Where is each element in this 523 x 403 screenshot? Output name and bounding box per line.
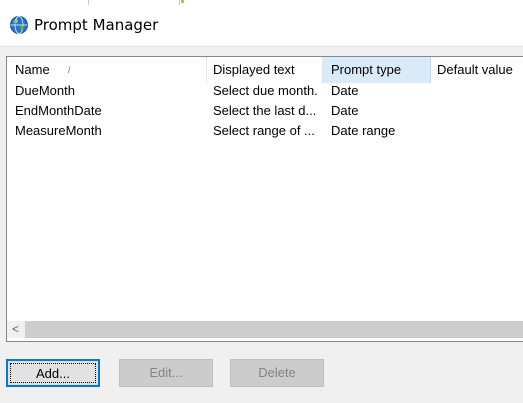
column-header-label: Prompt type: [331, 62, 402, 77]
title-bar: Prompt Manager: [0, 5, 523, 45]
prompt-list[interactable]: Name / Displayed text Prompt type Defaul…: [6, 56, 523, 342]
cell-displayed-text: Select the last d...: [213, 103, 317, 118]
globe-icon: [9, 15, 29, 35]
edit-button-label: Edit...: [149, 365, 183, 380]
list-header: Name / Displayed text Prompt type Defaul…: [7, 57, 523, 83]
delete-button-label: Delete: [258, 365, 296, 380]
scrollbar-thumb[interactable]: [25, 321, 523, 338]
sort-indicator-icon: /: [68, 65, 71, 75]
edit-button[interactable]: Edit...: [119, 359, 213, 387]
horizontal-scrollbar[interactable]: <: [7, 321, 523, 338]
column-header-name[interactable]: Name /: [7, 57, 207, 83]
column-header-label: Displayed text: [213, 62, 295, 77]
column-header-label: Default value: [437, 62, 513, 77]
cell-prompt-type: Date: [331, 103, 359, 118]
cell-name: MeasureMonth: [15, 123, 102, 138]
table-row[interactable]: DueMonth Select due month. Date: [7, 81, 523, 101]
scroll-left-arrow-icon[interactable]: <: [7, 321, 24, 338]
table-row[interactable]: EndMonthDate Select the last d... Date: [7, 101, 523, 121]
cell-name: DueMonth: [15, 83, 75, 98]
cell-prompt-type: Date: [331, 83, 359, 98]
add-button[interactable]: Add...: [6, 359, 100, 387]
column-header-displayed-text[interactable]: Displayed text: [205, 57, 323, 83]
background-mark: [181, 0, 184, 3]
cell-displayed-text: Select due month.: [213, 83, 318, 98]
cell-displayed-text: Select range of ...: [213, 123, 315, 138]
column-header-prompt-type[interactable]: Prompt type: [323, 57, 431, 83]
table-row[interactable]: MeasureMonth Select range of ... Date ra…: [7, 121, 523, 141]
focus-rectangle: [10, 363, 96, 383]
column-header-label: Name: [15, 62, 50, 77]
cell-name: EndMonthDate: [15, 103, 102, 118]
cell-prompt-type: Date range: [331, 123, 396, 138]
column-header-default-value[interactable]: Default value: [429, 57, 523, 83]
delete-button[interactable]: Delete: [230, 359, 324, 387]
window-title: Prompt Manager: [34, 16, 159, 34]
